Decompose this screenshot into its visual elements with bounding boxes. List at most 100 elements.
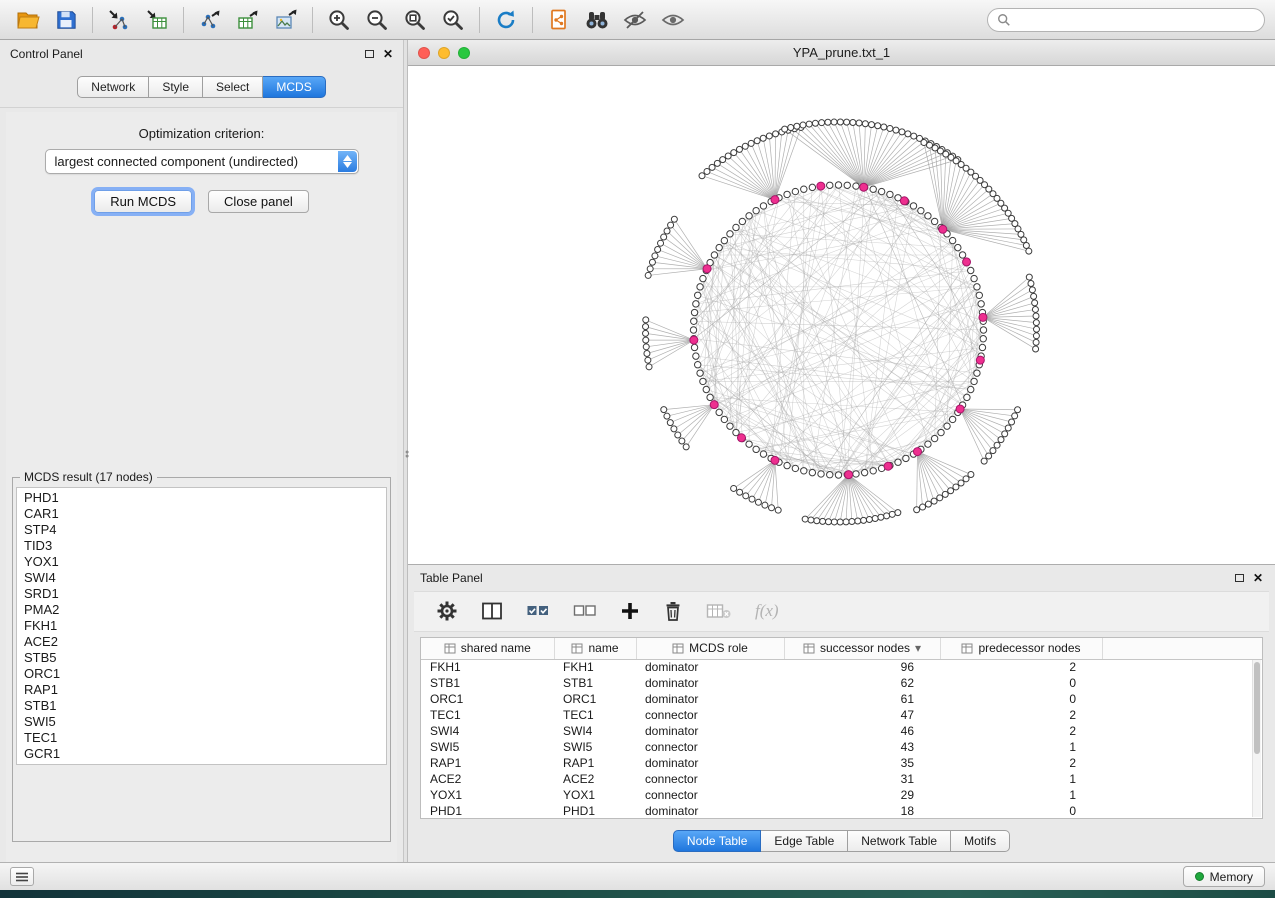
maximize-window-icon[interactable] <box>458 47 470 59</box>
search-box[interactable] <box>987 8 1265 32</box>
column-header-successor-nodes[interactable]: successor nodes▾ <box>784 638 940 659</box>
gear-icon <box>436 600 458 622</box>
close-panel-button[interactable]: Close panel <box>208 190 309 213</box>
table-scrollbar[interactable] <box>1252 660 1261 817</box>
import-network-button[interactable] <box>101 5 137 35</box>
table-row[interactable]: ACE2ACE2connector311 <box>421 771 1262 787</box>
export-table-button[interactable] <box>230 5 266 35</box>
list-icon <box>15 872 29 882</box>
zoom-in-button[interactable] <box>321 5 357 35</box>
zoom-in-icon <box>327 8 351 32</box>
hide-details-button[interactable] <box>617 5 653 35</box>
float-table-panel-button[interactable] <box>1235 574 1244 582</box>
close-window-icon[interactable] <box>418 47 430 59</box>
show-graphics-button[interactable] <box>655 5 691 35</box>
search-input[interactable] <box>1017 13 1255 27</box>
memory-button[interactable]: Memory <box>1183 866 1265 887</box>
scrollbar-thumb[interactable] <box>1254 662 1260 754</box>
table-row[interactable]: SWI5SWI5connector431 <box>421 739 1262 755</box>
tab-motifs[interactable]: Motifs <box>951 830 1010 852</box>
result-item[interactable]: ACE2 <box>17 634 386 650</box>
open-button[interactable] <box>10 5 46 35</box>
zoom-fit-button[interactable] <box>397 5 433 35</box>
tab-network[interactable]: Network <box>77 76 149 98</box>
control-panel-header: Control Panel ✕ <box>0 40 403 68</box>
table-cell: ORC1 <box>554 691 636 707</box>
toolbar-separator <box>312 7 313 33</box>
node-table-body: FKH1FKH1dominator962STB1STB1dominator620… <box>421 659 1262 819</box>
table-row[interactable]: ORC1ORC1dominator610 <box>421 691 1262 707</box>
save-button[interactable] <box>48 5 84 35</box>
result-item[interactable]: PMA2 <box>17 602 386 618</box>
add-column-button[interactable] <box>620 596 640 626</box>
result-item[interactable]: CAR1 <box>17 506 386 522</box>
table-row[interactable]: TEC1TEC1connector472 <box>421 707 1262 723</box>
tab-mcds[interactable]: MCDS <box>263 76 325 98</box>
criterion-select[interactable]: largest connected component (undirected) <box>45 149 359 174</box>
column-header-predecessor-nodes[interactable]: predecessor nodes <box>940 638 1102 659</box>
table-row[interactable]: RAP1RAP1dominator352 <box>421 755 1262 771</box>
column-header-name[interactable]: name <box>554 638 636 659</box>
result-item[interactable]: TEC1 <box>17 730 386 746</box>
tab-node-table[interactable]: Node Table <box>673 830 762 852</box>
show-columns-button[interactable] <box>481 596 503 626</box>
show-panels-button[interactable] <box>10 867 34 886</box>
zoom-selected-button[interactable] <box>435 5 471 35</box>
panel-splitter[interactable]: ●● <box>403 40 408 862</box>
float-panel-button[interactable] <box>365 50 374 58</box>
table-row[interactable]: YOX1YOX1connector291 <box>421 787 1262 803</box>
export-network-button[interactable] <box>192 5 228 35</box>
refresh-button[interactable] <box>488 5 524 35</box>
eye-icon <box>661 9 685 31</box>
table-row[interactable]: SWI4SWI4dominator462 <box>421 723 1262 739</box>
table-cell: connector <box>636 739 784 755</box>
result-item[interactable]: RAP1 <box>17 682 386 698</box>
table-settings-button[interactable] <box>436 596 458 626</box>
tab-style[interactable]: Style <box>149 76 203 98</box>
table-row[interactable]: PHD1PHD1dominator180 <box>421 803 1262 819</box>
column-sort-icon <box>961 643 973 654</box>
select-all-button[interactable] <box>526 596 550 626</box>
table-cell: 29 <box>784 787 940 803</box>
tab-edge-table[interactable]: Edge Table <box>761 830 848 852</box>
result-item[interactable]: SRD1 <box>17 586 386 602</box>
result-item[interactable]: SWI4 <box>17 570 386 586</box>
network-window: YPA_prune.txt_1 <box>408 40 1275 565</box>
table-cell: PHD1 <box>554 803 636 819</box>
result-item[interactable]: PHD1 <box>17 490 386 506</box>
result-item[interactable]: SWI5 <box>17 714 386 730</box>
table-row[interactable]: STB1STB1dominator620 <box>421 675 1262 691</box>
network-graph[interactable] <box>408 66 1275 564</box>
unchecked-boxes-icon <box>573 602 597 620</box>
network-view[interactable] <box>408 66 1275 564</box>
minimize-window-icon[interactable] <box>438 47 450 59</box>
clone-network-button[interactable] <box>541 5 577 35</box>
result-item[interactable]: STP4 <box>17 522 386 538</box>
delete-column-button[interactable] <box>663 596 683 626</box>
result-item[interactable]: GCR1 <box>17 746 386 762</box>
function-builder-button[interactable]: f(x) <box>755 596 779 626</box>
zoom-out-button[interactable] <box>359 5 395 35</box>
column-header-shared-name[interactable]: shared name <box>421 638 554 659</box>
result-item[interactable]: YOX1 <box>17 554 386 570</box>
export-image-button[interactable] <box>268 5 304 35</box>
result-item[interactable]: ORC1 <box>17 666 386 682</box>
result-item[interactable]: FKH1 <box>17 618 386 634</box>
tab-select[interactable]: Select <box>203 76 263 98</box>
result-item[interactable]: STB1 <box>17 698 386 714</box>
run-mcds-button[interactable]: Run MCDS <box>94 190 192 213</box>
import-table-button[interactable] <box>139 5 175 35</box>
table-row[interactable]: FKH1FKH1dominator962 <box>421 659 1262 675</box>
search-network-button[interactable] <box>579 5 615 35</box>
result-item[interactable]: TID3 <box>17 538 386 554</box>
mcds-result-list[interactable]: PHD1CAR1STP4TID3YOX1SWI4SRD1PMA2FKH1ACE2… <box>16 487 387 765</box>
close-panel-icon[interactable]: ✕ <box>383 49 393 59</box>
tab-network-table[interactable]: Network Table <box>848 830 951 852</box>
zoom-selected-icon <box>441 8 465 32</box>
result-item[interactable]: STB5 <box>17 650 386 666</box>
clear-table-button[interactable] <box>706 596 732 626</box>
deselect-all-button[interactable] <box>573 596 597 626</box>
column-header-mcds-role[interactable]: MCDS role <box>636 638 784 659</box>
network-titlebar[interactable]: YPA_prune.txt_1 <box>408 40 1275 66</box>
close-table-panel-icon[interactable]: ✕ <box>1253 573 1263 583</box>
